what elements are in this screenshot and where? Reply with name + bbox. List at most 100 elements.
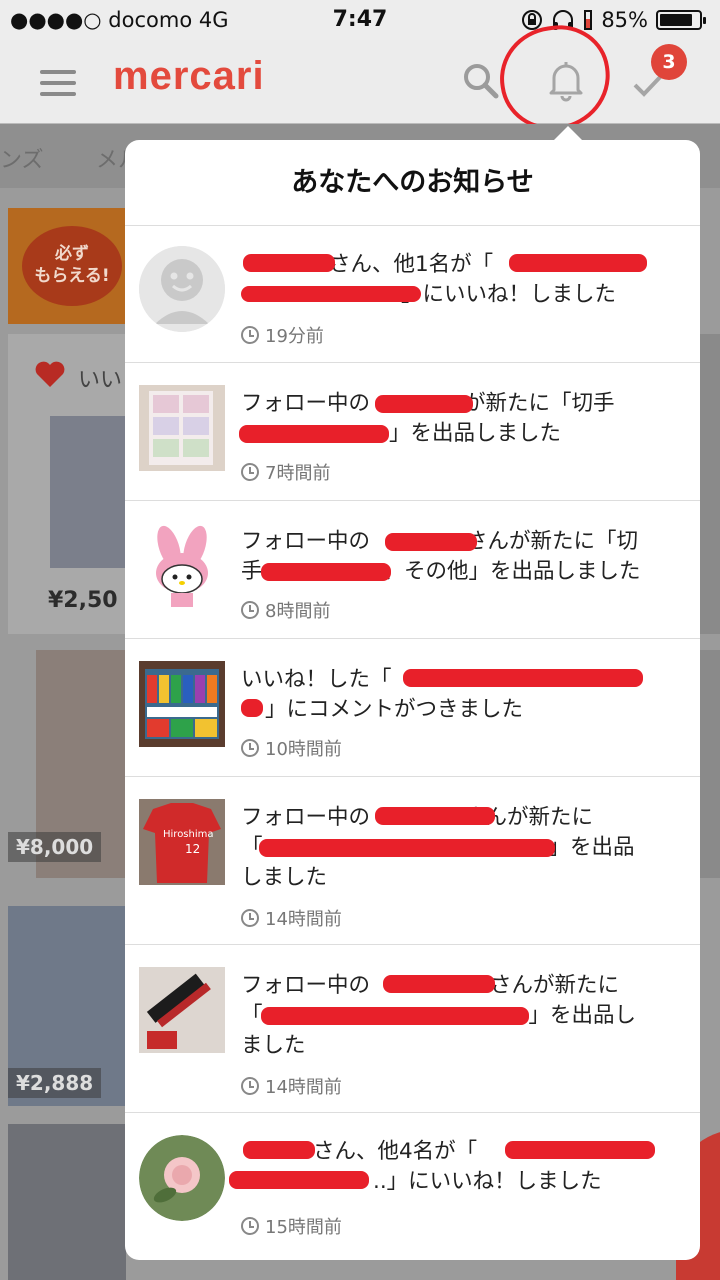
redaction-mark — [385, 533, 477, 551]
notification-text-part: しました — [241, 865, 328, 890]
notification-text-part: いいね！した「 — [241, 667, 392, 692]
notification-text-part: 」を出品しました — [389, 421, 562, 446]
promo-bubble: 必ず もらえる! — [22, 226, 122, 306]
redaction-mark — [505, 1141, 655, 1159]
likes-label: いい — [78, 368, 123, 393]
svg-text:Hiroshima: Hiroshima — [163, 829, 214, 840]
notification-text-part: フォロー中の — [241, 973, 371, 998]
time-label: 14時間前 — [265, 1077, 342, 1098]
status-bar: ●●●●○ docomo 4G 7:47 85% — [0, 0, 720, 40]
clock-icon — [241, 1077, 259, 1095]
redaction-mark — [259, 839, 555, 857]
notification-item[interactable]: いいね！した「 」にコメントがつきました 10時間前 — [125, 639, 700, 777]
notification-item[interactable]: フォロー中の さんが新たに 「 」を出品し ました 14時間前 — [125, 945, 700, 1113]
search-icon[interactable] — [462, 62, 500, 100]
item-price: ¥2,50 — [48, 588, 118, 613]
notification-text-part: 」を出品し — [528, 1003, 637, 1028]
notification-time: 7時間前 — [241, 459, 330, 485]
notification-text-part: ..」にいいね！しました — [373, 1169, 602, 1194]
promo-banner[interactable]: 必ず もらえる! — [8, 208, 128, 324]
redaction-mark — [261, 1007, 529, 1025]
redaction-mark — [261, 563, 391, 581]
clock-icon — [241, 1217, 259, 1235]
battery-icon — [656, 10, 706, 30]
notification-text-part: 手 — [241, 559, 263, 584]
popover-title: あなたへのお知らせ — [125, 140, 700, 226]
redaction-mark — [229, 1171, 369, 1189]
notification-text-part: ました — [241, 1033, 306, 1058]
time-label: 19分前 — [265, 326, 324, 347]
promo-text-1: 必ず — [55, 244, 89, 264]
clock-icon — [241, 909, 259, 927]
default-avatar-icon — [139, 246, 225, 332]
battery-percent: 85% — [601, 8, 648, 32]
notification-text-part: 」にコメントがつきました — [265, 697, 524, 722]
notification-time: 14時間前 — [241, 905, 342, 931]
notification-text-part: フォロー中の — [241, 805, 371, 830]
notification-time: 10時間前 — [241, 735, 342, 761]
clock-icon — [241, 739, 259, 757]
item-thumbnail — [8, 1124, 126, 1280]
notifications-popover: あなたへのお知らせ さん、他1名が「 」にいいね！しました 19分前 フォロー中… — [125, 140, 700, 1260]
tab-left[interactable]: ンズ — [0, 142, 44, 174]
character-photo — [139, 523, 225, 609]
app-header: mercari — [0, 40, 720, 124]
redaction-mark — [241, 286, 421, 302]
redaction-mark — [509, 254, 647, 272]
notification-text-part: さん、他1名が「 — [329, 252, 494, 277]
redaction-mark — [403, 669, 643, 687]
notification-text-part: が新たに「切手 — [464, 391, 615, 416]
clock-icon — [241, 326, 259, 344]
notification-time: 19分前 — [241, 322, 324, 348]
notification-item[interactable]: フォロー中の さんが新たに「切 手 、その他」を出品しました 8時間前 — [125, 501, 700, 639]
notification-badge: 3 — [651, 44, 687, 80]
time-label: 15時間前 — [265, 1217, 342, 1238]
redaction-mark — [239, 425, 389, 443]
battery-small-icon — [584, 10, 593, 30]
notification-item[interactable]: Hiroshima 12 フォロー中の さんが新たに 「」を出品 しました 14時… — [125, 777, 700, 945]
time-label: 10時間前 — [265, 739, 342, 760]
time-label: 14時間前 — [265, 909, 342, 930]
clock-icon — [241, 463, 259, 481]
notification-item[interactable]: フォロー中の が新たに「切手 」を出品しました 7時間前 — [125, 363, 700, 501]
redaction-mark — [375, 807, 495, 825]
svg-text:12: 12 — [185, 842, 200, 856]
stamps-photo — [139, 385, 225, 471]
pen-photo — [139, 967, 225, 1053]
notification-item[interactable]: さん、他4名が「 ..」にいいね！しました 15時間前 — [125, 1113, 700, 1253]
redaction-mark — [243, 1141, 315, 1159]
jersey-photo: Hiroshima 12 — [139, 799, 225, 885]
redaction-mark — [383, 975, 495, 993]
notification-text-part: 、その他」を出品しました — [382, 559, 641, 584]
notification-text-part: 」を出品 — [548, 835, 635, 860]
item-card — [700, 650, 720, 878]
heart-icon — [35, 361, 65, 387]
price-tag: ¥8,000 — [8, 832, 102, 862]
battery-fill — [660, 14, 692, 26]
time-label: 8時間前 — [265, 601, 331, 622]
menu-icon[interactable] — [40, 70, 76, 96]
notification-time: 8時間前 — [241, 597, 330, 623]
notification-text-part: 」にいいね！しました — [401, 282, 617, 307]
redaction-mark — [243, 254, 335, 272]
notification-text-part: フォロー中の — [241, 391, 371, 416]
item-thumbnail — [50, 416, 126, 568]
notification-text-part: フォロー中の — [241, 529, 371, 554]
price-tag: ¥2,888 — [8, 1068, 102, 1098]
redaction-mark — [241, 699, 263, 717]
notification-text-part: さんが新たに — [490, 973, 620, 998]
pencils-photo — [139, 661, 225, 747]
notification-text-part: さんが新たに「切 — [466, 529, 639, 554]
item-card — [700, 334, 720, 634]
clock-icon — [241, 601, 259, 619]
time-label: 7時間前 — [265, 463, 331, 484]
notification-text-part: さん、他4名が「 — [313, 1139, 478, 1164]
notification-time: 14時間前 — [241, 1073, 342, 1099]
mercari-logo[interactable]: mercari — [113, 54, 265, 99]
notification-item[interactable]: さん、他1名が「 」にいいね！しました 19分前 — [125, 226, 700, 363]
promo-text-2: もらえる! — [34, 266, 110, 286]
redaction-mark — [375, 395, 473, 413]
rose-photo — [139, 1135, 225, 1221]
notification-time: 15時間前 — [241, 1213, 342, 1239]
notification-text-part: 「 — [241, 1003, 263, 1028]
